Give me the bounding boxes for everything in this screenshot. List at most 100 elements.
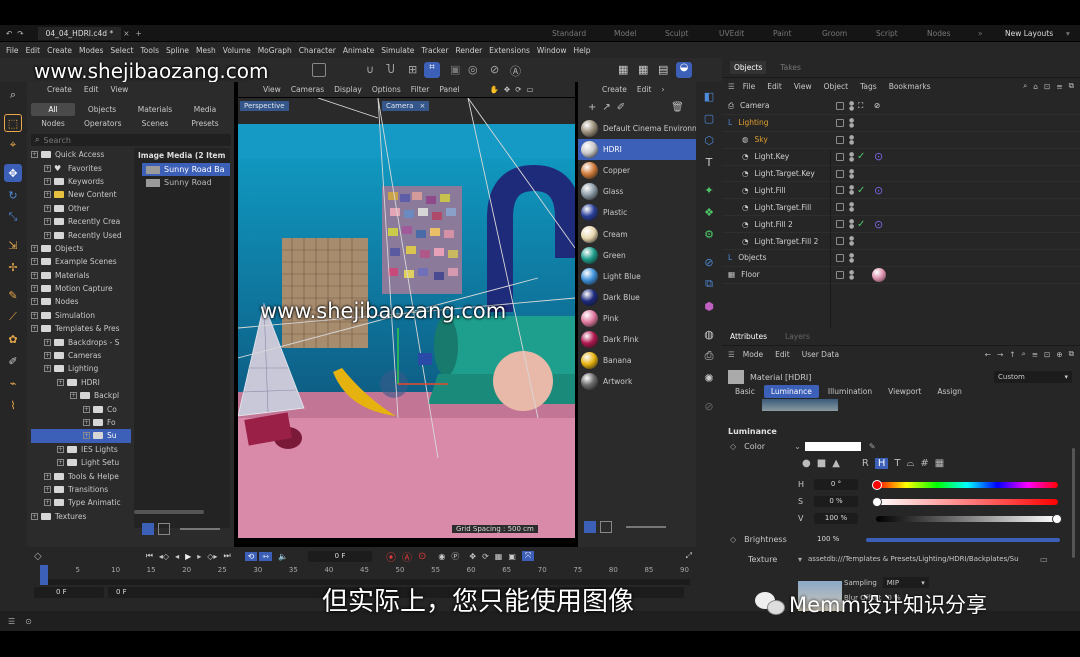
vp-menu-options[interactable]: Options [372,85,401,94]
layer-checkbox[interactable] [836,135,844,144]
file-tab[interactable]: 04_04_HDRI.c4d * [37,26,122,40]
expand-icon[interactable]: + [31,285,38,293]
layer-checkbox[interactable] [836,220,844,229]
list-view-icon[interactable] [142,523,154,535]
record-icon[interactable]: ⦿ [386,549,396,564]
grid-view-icon[interactable] [158,523,170,535]
search-icon[interactable]: ⌕ [4,86,22,104]
cube-icon[interactable]: ◧ [700,87,718,105]
cylinder-icon[interactable]: ▢ [700,109,718,127]
expand-icon[interactable]: + [57,459,64,467]
asset-tab-media[interactable]: Media [183,103,227,116]
camera-tag-icon[interactable]: ⛶ [858,101,863,111]
target-icon[interactable]: ◎ [468,63,478,76]
expand-icon[interactable]: + [70,392,77,400]
range-icon[interactable]: ⇿ [259,551,273,561]
om-search-icon[interactable]: ⌕ [1023,81,1027,91]
tree-item[interactable]: + Recently Crea [31,215,131,228]
asset-tab-presets[interactable]: Presets [183,117,227,130]
next-frame-icon[interactable]: ▸ [197,552,201,561]
subtab-luminance[interactable]: Luminance [763,385,819,398]
menu-file[interactable]: File [6,46,19,55]
tree-item[interactable]: + Keywords [31,175,131,188]
expand-icon[interactable]: + [31,325,38,333]
pla-icon[interactable]: ▣ [508,552,516,561]
om-menu-tags[interactable]: Tags [860,82,877,91]
cancel-icon[interactable]: ⊘ [490,63,499,76]
render-picture-icon[interactable]: ▦ [638,63,648,76]
auto-key-icon[interactable]: Ⓐ [402,549,412,564]
sampling-dropdown[interactable]: MIP ▾ [882,577,929,588]
close-tab-icon[interactable]: × [123,29,129,38]
target-tag-icon[interactable]: ⊙ [874,218,883,231]
object-row[interactable]: ▦ Floor ● ● [722,267,1080,284]
tree-item[interactable]: + Transitions [31,483,131,496]
start-frame-field[interactable]: 0 F [34,587,104,598]
om-menu-file[interactable]: File [743,82,756,91]
tree-item[interactable]: + Light Setu [31,456,131,469]
mode-t[interactable]: T [894,458,900,469]
vp-layout-icon[interactable]: ▭ [527,85,534,94]
h-slider[interactable] [872,479,1058,490]
v-slider[interactable] [876,513,1062,524]
attr-menu-icon[interactable]: ☰ [728,350,735,359]
brightness-keyframe-icon[interactable]: ◇ [730,535,736,544]
move-tool-icon[interactable]: ✥ [4,164,22,182]
visibility-dots-icon[interactable]: ● ● [849,168,854,179]
console-icon[interactable]: ☰ [8,617,15,626]
menu-mesh[interactable]: Mesh [196,46,216,55]
expand-icon[interactable]: + [44,338,51,346]
key-icon[interactable]: ⊙ [418,551,426,562]
asset-tab-nodes[interactable]: Nodes [31,117,75,130]
attr-search-icon[interactable]: ⌕ [1022,349,1026,359]
material-item[interactable]: Dark Pink [578,329,696,350]
asset-tab-all[interactable]: All [31,103,75,116]
object-row[interactable]: ◔ Light.Target.Fill 2 ● ● [722,233,1080,251]
s-slider[interactable] [872,496,1058,507]
mat-menu-more-icon[interactable]: › [661,85,664,94]
asset-menu-edit[interactable]: Edit [84,85,99,94]
tree-item[interactable]: + Materials [31,269,131,282]
material-item[interactable]: Copper [578,160,696,181]
expand-icon[interactable]: + [44,164,51,172]
material-tag-icon[interactable] [872,267,886,282]
camera-icon[interactable]: ⎙ [700,347,718,365]
tab-attributes[interactable]: Attributes [730,332,767,341]
menu-select[interactable]: Select [110,46,133,55]
deformer-icon[interactable]: ✦ [700,181,718,199]
render-settings-icon[interactable]: ▤ [658,63,668,76]
current-frame-field[interactable]: 0 F [308,550,373,562]
custom-dropdown[interactable]: Custom ▾ [994,371,1072,383]
vp-move-icon[interactable]: ✥ [504,85,510,94]
tree-item[interactable]: + Tools & Helpe [31,469,131,482]
mat-list-view-icon[interactable] [584,521,596,533]
attr-new-icon[interactable]: ⊕ [1056,350,1062,359]
layout-script[interactable]: Script [876,29,898,38]
menu-render[interactable]: Render [455,46,482,55]
layer-checkbox[interactable] [836,237,844,246]
forward-arrow-icon[interactable]: → [997,350,1003,359]
layer-checkbox[interactable] [836,270,844,279]
effector-icon[interactable]: ⚙ [700,225,718,243]
tree-item[interactable]: + Simulation [31,309,131,322]
material-item[interactable]: Light Blue [578,266,696,287]
attr-menu-userdata[interactable]: User Data [802,350,839,359]
tree-item[interactable]: + Objects [31,242,131,255]
asset-search-field[interactable]: ⌕ Search [31,134,231,146]
layer-checkbox[interactable] [836,203,844,212]
play-icon[interactable]: ▶ [185,552,191,561]
text-icon[interactable]: T [700,153,718,171]
menu-tracker[interactable]: Tracker [421,46,448,55]
brightness-field[interactable]: 100 % [800,534,856,545]
menu-spline[interactable]: Spline [166,46,189,55]
material-item[interactable]: Artwork [578,371,696,392]
expand-icon[interactable]: + [57,378,64,386]
tree-item[interactable]: + Co [31,402,131,415]
layer-checkbox[interactable] [836,169,844,178]
playhead[interactable] [40,565,48,585]
object-row[interactable]: ◔ Light.Fill ● ● ✓ ⊙ [722,182,1080,200]
expand-icon[interactable]: + [31,298,38,306]
mat-menu-create[interactable]: Create [602,85,627,94]
object-row[interactable]: ◔ Light.Target.Fill ● ● [722,199,1080,217]
menu-animate[interactable]: Animate [343,46,374,55]
